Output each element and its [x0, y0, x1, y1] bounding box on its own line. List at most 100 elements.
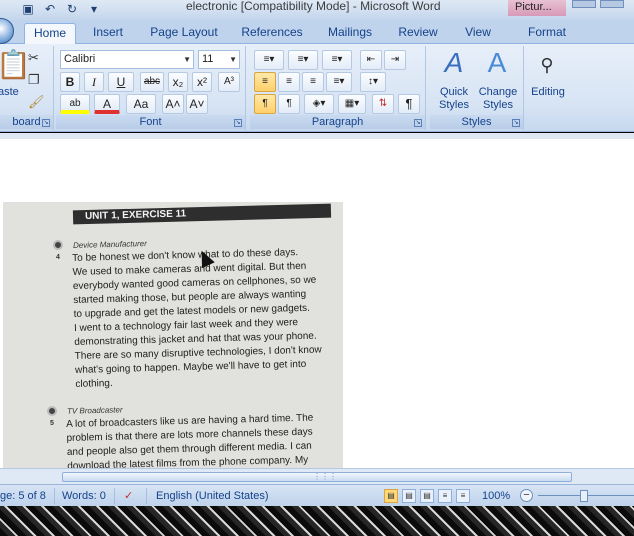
window-title: electronic [Compatibility Mode] - Micros… — [186, 0, 441, 13]
format-painter-icon[interactable]: 🖌 — [28, 94, 45, 110]
align-left-icon[interactable]: ≡ — [254, 72, 276, 92]
align-right-icon[interactable]: ≡ — [302, 72, 324, 92]
zoom-out-icon[interactable]: − — [520, 489, 533, 502]
bullets-icon[interactable]: ≡▾ — [254, 50, 284, 70]
change-styles-icon[interactable]: A — [478, 48, 516, 78]
paste-label: aste — [0, 86, 19, 98]
tab-format[interactable]: Format — [520, 23, 574, 44]
copy-icon[interactable]: ❐ — [28, 72, 40, 88]
styles-launcher-icon[interactable]: ↘ — [512, 119, 520, 127]
page-count[interactable]: ge: 5 of 8 — [0, 489, 46, 503]
customize-toolbar-icon[interactable]: ▾ — [86, 1, 102, 17]
picture-tools-tab[interactable]: Pictur... — [508, 0, 566, 16]
quick-styles-label-2[interactable]: Styles — [432, 99, 476, 111]
font-name-combo[interactable]: Calibri ▼ — [60, 50, 194, 69]
ribbon: 📋 aste ✂ ❐ 🖌 board ↘ Calibri ▼ 11 ▼ B I … — [0, 44, 634, 132]
numbering-icon[interactable]: ≡▾ — [288, 50, 318, 70]
font-launcher-icon[interactable]: ↘ — [234, 119, 242, 127]
outline-view-icon[interactable]: ≡ — [438, 489, 452, 503]
decrease-indent-icon[interactable]: ⇤ — [360, 50, 382, 70]
maximize-button[interactable] — [600, 0, 624, 8]
zoom-slider-thumb[interactable] — [580, 490, 588, 502]
change-styles-label[interactable]: Change — [476, 86, 520, 98]
grow-font-button[interactable]: A˄ — [162, 94, 184, 114]
change-case-button[interactable]: Aa — [126, 94, 156, 114]
underline-button[interactable]: U — [108, 72, 134, 92]
strikethrough-button[interactable]: abc — [140, 72, 164, 92]
tab-references[interactable]: References — [236, 23, 308, 44]
horizontal-scrollbar[interactable]: ⋮⋮⋮ — [0, 468, 634, 484]
cut-icon[interactable]: ✂ — [28, 50, 39, 66]
quick-access-toolbar: ▣ ↶ ↻ ▾ — [20, 1, 102, 17]
paragraph-launcher-icon[interactable]: ↘ — [414, 119, 422, 127]
inserted-picture[interactable]: UNIT 1, EXERCISE 11 4 Device Manufacture… — [3, 202, 343, 468]
chevron-down-icon: ▼ — [229, 55, 237, 64]
tab-insert[interactable]: Insert — [86, 23, 130, 44]
show-hide-marks-icon[interactable]: ¶ — [398, 94, 420, 114]
print-layout-icon[interactable]: ▤ — [384, 489, 398, 503]
paste-icon[interactable]: 📋 — [0, 50, 31, 80]
font-size-combo[interactable]: 11 ▼ — [198, 50, 240, 69]
tab-review[interactable]: Review — [392, 23, 444, 44]
tab-mailings[interactable]: Mailings — [322, 23, 378, 44]
language-indicator[interactable]: English (United States) — [156, 489, 269, 503]
speaker-label-1: Device Manufacturer — [72, 239, 147, 250]
zoom-level[interactable]: 100% — [482, 489, 510, 503]
font-color-button[interactable]: A — [94, 94, 120, 114]
quick-styles-label[interactable]: Quick — [432, 86, 476, 98]
clipboard-launcher-icon[interactable]: ↘ — [42, 119, 50, 127]
save-icon[interactable]: ▣ — [20, 1, 36, 17]
font-group-label: Font — [56, 115, 245, 129]
status-divider — [54, 488, 55, 504]
full-screen-reading-icon[interactable]: ▤ — [402, 489, 416, 503]
tab-view[interactable]: View — [458, 23, 498, 44]
increase-indent-icon[interactable]: ⇥ — [384, 50, 406, 70]
redo-icon[interactable]: ↻ — [64, 1, 80, 17]
italic-button[interactable]: I — [84, 72, 104, 92]
draft-view-icon[interactable]: ≡ — [456, 489, 470, 503]
scrollbar-thumb[interactable]: ⋮⋮⋮ — [62, 472, 572, 482]
minimize-button[interactable] — [572, 0, 596, 8]
borders-icon[interactable]: ▦▾ — [338, 94, 366, 114]
shading-icon[interactable]: ◈▾ — [304, 94, 334, 114]
word-count[interactable]: Words: 0 — [62, 489, 106, 503]
change-styles-label-2[interactable]: Styles — [476, 99, 520, 111]
status-bar: ge: 5 of 8 Words: 0 ✓ English (United St… — [0, 484, 634, 506]
grip-icon: ⋮⋮⋮ — [313, 472, 337, 481]
office-button[interactable] — [0, 18, 14, 44]
status-divider — [114, 488, 115, 504]
tab-home[interactable]: Home — [24, 23, 76, 44]
clear-formatting-button[interactable]: A³ — [218, 72, 240, 92]
editing-label[interactable]: Editing — [526, 86, 570, 98]
unit-banner: UNIT 1, EXERCISE 11 — [72, 203, 332, 225]
highlight-button[interactable]: ab — [60, 94, 90, 114]
align-center-icon[interactable]: ≡ — [278, 72, 300, 92]
shrink-font-button[interactable]: A˅ — [186, 94, 208, 114]
paragraph-group-label: Paragraph — [250, 115, 425, 129]
font-group: Calibri ▼ 11 ▼ B I U abc x₂ x² A³ ab A A… — [56, 46, 246, 130]
font-size-value: 11 — [202, 53, 214, 65]
unit-title: UNIT 1, EXERCISE 11 — [84, 208, 187, 223]
ltr-direction-icon[interactable]: ¶ — [254, 94, 276, 114]
editing-group: ⚲ Editing — [526, 46, 570, 130]
quick-styles-icon[interactable]: A — [436, 48, 472, 78]
tab-page-layout[interactable]: Page Layout — [146, 23, 222, 44]
proofing-icon[interactable]: ✓ — [124, 489, 133, 503]
bold-button[interactable]: B — [60, 72, 80, 92]
styles-group: A Quick Styles A Change Styles Styles ↘ — [430, 46, 524, 130]
rtl-direction-icon[interactable]: ¶ — [278, 94, 300, 114]
audio-cd-icon — [47, 406, 57, 416]
line-spacing-icon[interactable]: ↕▾ — [360, 72, 386, 92]
sort-icon[interactable]: ⇅ — [372, 94, 394, 114]
paragraph-group: ≡▾ ≡▾ ≡▾ ⇤ ⇥ ≡ ≡ ≡ ≡▾ ↕▾ ¶ ¶ ◈▾ ▦▾ ⇅ ¶ P… — [250, 46, 426, 130]
desktop-background — [0, 506, 634, 536]
superscript-button[interactable]: x² — [192, 72, 212, 92]
passage-1: To be honest we don't know what to do th… — [72, 245, 343, 392]
multilevel-list-icon[interactable]: ≡▾ — [322, 50, 352, 70]
chevron-down-icon: ▼ — [183, 55, 191, 64]
undo-icon[interactable]: ↶ — [42, 1, 58, 17]
binoculars-icon[interactable]: ⚲ — [532, 50, 562, 80]
subscript-button[interactable]: x₂ — [168, 72, 188, 92]
justify-icon[interactable]: ≡▾ — [326, 72, 352, 92]
web-layout-icon[interactable]: ▤ — [420, 489, 434, 503]
